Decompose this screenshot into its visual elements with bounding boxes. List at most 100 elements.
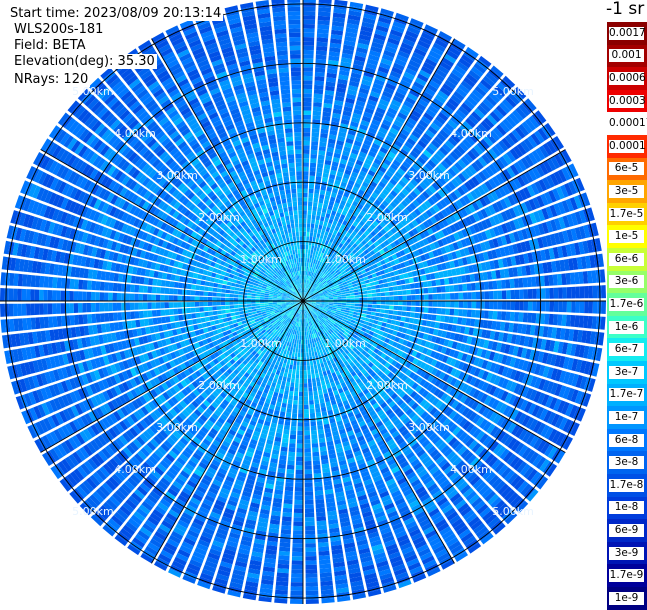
ppi-gate-cell <box>187 314 192 320</box>
ppi-gate-cell <box>234 294 239 297</box>
ppi-gate-cell <box>240 317 245 321</box>
ppi-gate-cell <box>337 295 342 297</box>
ppi-gate-cell <box>321 380 326 385</box>
ppi-gate-cell <box>303 336 305 340</box>
ppi-gate-cell <box>130 303 135 311</box>
ppi-gate-cell <box>303 210 307 214</box>
ppi-gate-cell <box>298 249 301 253</box>
ppi-gate-cell <box>292 370 296 375</box>
ppi-gate-cell <box>389 292 394 296</box>
ppi-gate-cell <box>139 303 144 310</box>
ppi-gate-cell <box>227 317 232 321</box>
ppi-gate-cell <box>264 297 268 299</box>
ppi-gate-cell <box>303 145 310 149</box>
ppi-gate-cell <box>311 245 314 250</box>
ppi-gate-cell <box>311 150 318 155</box>
ppi-gate-cell <box>178 309 183 315</box>
ppi-gate-cell <box>292 250 295 255</box>
ppi-gate-cell <box>307 335 309 340</box>
ppi-gate-cell <box>251 306 256 309</box>
ppi-gate-cell <box>281 381 286 386</box>
ppi-gate-cell <box>304 448 311 453</box>
ppi-gate-cell <box>307 215 311 220</box>
ppi-gate-cell <box>322 367 326 372</box>
ppi-gate-cell <box>441 301 445 307</box>
ppi-gate-cell <box>143 303 148 310</box>
ppi-gate-cell <box>169 288 174 294</box>
ppi-gate-cell <box>311 348 314 353</box>
ppi-gate-cell <box>355 298 359 300</box>
ppi-gate-cell <box>313 198 318 203</box>
ppi-gate-cell <box>291 378 295 383</box>
ppi-gate-cell <box>299 223 302 227</box>
ppi-gate-cell <box>307 361 310 366</box>
ppi-gate-cell <box>230 305 235 308</box>
ppi-gate-cell <box>470 319 475 327</box>
ppi-gate-cell <box>135 311 140 318</box>
ppi-gate-cell <box>310 167 316 172</box>
ppi-gate-cell <box>289 448 296 453</box>
ppi-gate-cell <box>346 306 351 309</box>
ppi-gate-cell <box>191 302 195 307</box>
ppi-gate-cell <box>232 279 237 283</box>
ppi-gate-cell <box>436 279 441 285</box>
ppi-gate-cell <box>303 132 310 137</box>
ppi-gate-cell <box>467 310 472 318</box>
ppi-gate-cell <box>320 398 325 403</box>
ppi-gate-cell <box>303 137 310 142</box>
ppi-gate-cell <box>471 310 476 318</box>
ppi-gate-cell <box>243 310 248 313</box>
ppi-gate-cell <box>126 284 131 292</box>
ppi-gate-cell <box>156 302 161 308</box>
ppi-gate-cell <box>292 232 295 237</box>
ppi-gate-cell <box>230 294 235 297</box>
ppi-gate-cell <box>440 316 445 323</box>
ppi-gate-cell <box>200 312 205 317</box>
ppi-gate-cell <box>216 297 220 301</box>
ppi-gate-cell <box>358 310 363 313</box>
ppi-gate-cell <box>134 303 139 310</box>
ppi-gate-cell <box>406 284 411 289</box>
ppi-gate-cell <box>303 214 307 218</box>
ppi-gate-cell <box>374 281 379 285</box>
ppi-gate-cell <box>303 163 309 167</box>
ppi-gate-cell <box>311 137 318 142</box>
ppi-gate-cell <box>303 124 311 129</box>
ppi-gate-cell <box>350 308 355 311</box>
ppi-gate-cell <box>285 189 290 194</box>
ppi-gate-cell <box>361 281 366 285</box>
ppi-gate-cell <box>458 309 463 316</box>
ppi-gate-cell <box>308 374 312 379</box>
ppi-gate-cell <box>191 313 196 318</box>
ppi-gate-cell <box>242 302 246 305</box>
ppi-gate-cell <box>353 312 358 315</box>
ppi-gate-cell <box>178 283 183 289</box>
ppi-gate-cell <box>310 365 313 370</box>
ppi-gate-cell <box>238 295 243 298</box>
ppi-gate-cell <box>195 302 200 307</box>
ppi-gate-cell <box>293 365 296 370</box>
ppi-gate-cell <box>160 302 165 308</box>
ppi-gate-cell <box>304 413 309 418</box>
ppi-gate-cell <box>441 308 446 314</box>
ppi-gate-cell <box>165 309 170 315</box>
ppi-gate-cell <box>318 429 324 434</box>
ppi-gate-cell <box>461 275 466 283</box>
ppi-gate-cell <box>450 309 455 316</box>
ppi-gate-cell <box>295 150 302 155</box>
ppi-gate-cell <box>398 291 403 296</box>
ppi-gate-cell <box>196 280 201 285</box>
ppi-gate-cell <box>208 297 212 301</box>
ppi-gate-cell <box>315 224 319 229</box>
ppi-gate-cell <box>279 455 286 460</box>
ppi-gate-cell <box>153 318 158 325</box>
ppi-gate-cell <box>318 225 322 230</box>
ppi-gate-cell <box>187 284 192 289</box>
ppi-gate-cell <box>363 304 368 307</box>
ppi-gate-cell <box>359 304 364 307</box>
ppi-gate-cell <box>308 245 311 250</box>
ppi-gate-cell <box>152 310 157 317</box>
ppi-gate-cell <box>449 285 454 292</box>
ppi-gate-cell <box>295 474 303 479</box>
ppi-gate-cell <box>320 133 328 138</box>
